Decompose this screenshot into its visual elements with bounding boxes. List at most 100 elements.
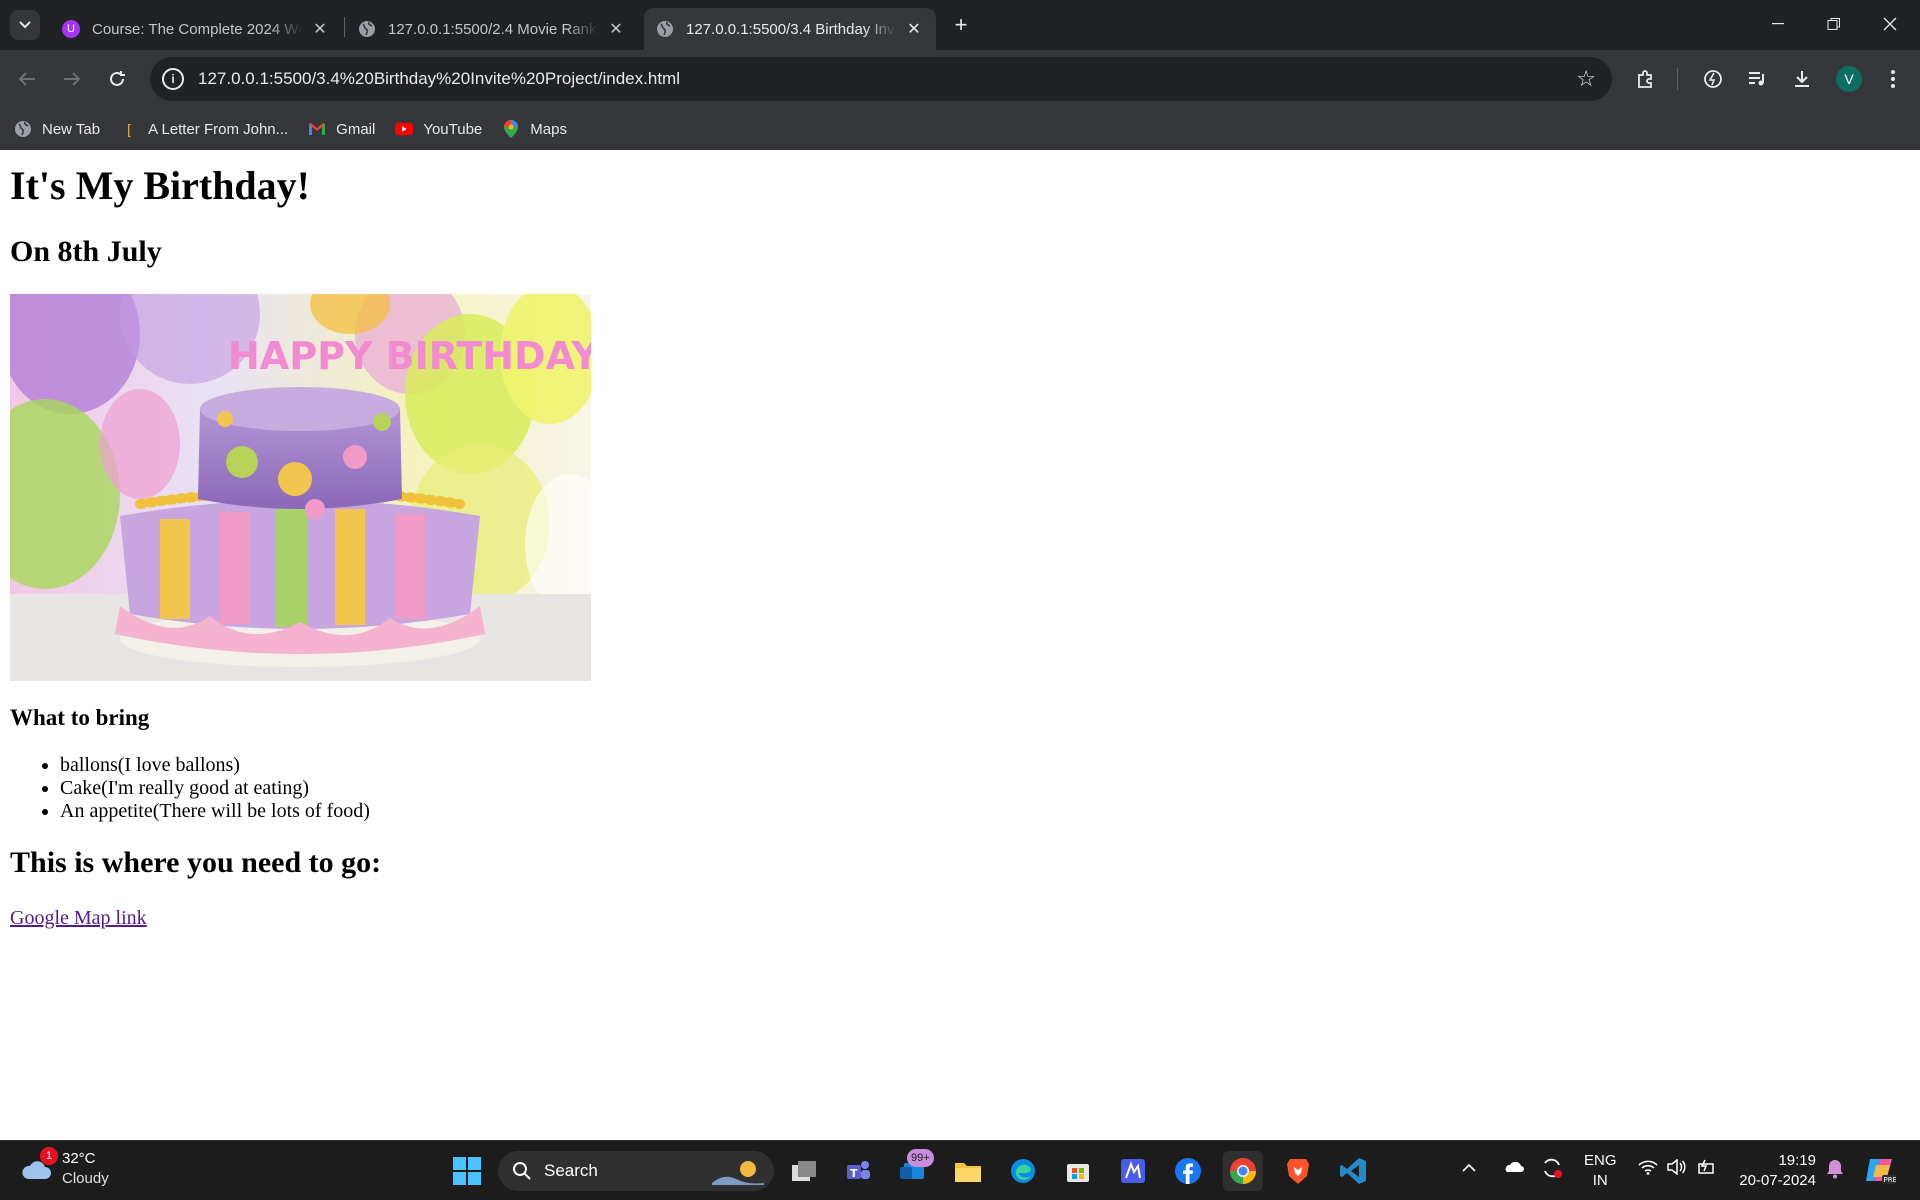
menu-kebab-icon[interactable] [1878, 64, 1908, 94]
minimize-button[interactable] [1750, 0, 1806, 48]
new-tab-button[interactable]: + [948, 12, 974, 38]
bookmark-maps[interactable]: Maps [502, 120, 567, 138]
extensions-icon[interactable] [1631, 64, 1661, 94]
language-code: ENG [1584, 1152, 1617, 1169]
chrome-icon [1229, 1158, 1257, 1185]
cake-candle-letters: HAPPY BIRTHDAY [228, 334, 591, 378]
tab-separator [344, 17, 345, 37]
url-text: 127.0.0.1:5500/3.4%20Birthday%20Invite%2… [198, 69, 680, 88]
weather-condition: Cloudy [62, 1170, 109, 1187]
back-button[interactable] [12, 64, 42, 94]
maps-icon [502, 120, 520, 138]
bookmarks-bar: New Tab [ A Letter From John... Gmail Yo… [0, 108, 1920, 150]
bookmark-label: Gmail [336, 120, 376, 138]
birthday-cake-image: HAPPY BIRTHDAY [10, 294, 591, 681]
performance-icon[interactable] [1698, 64, 1728, 94]
downloads-icon[interactable] [1787, 64, 1817, 94]
windows-logo-icon [453, 1157, 481, 1185]
bookmark-icon: [ [127, 121, 132, 137]
region-code: IN [1592, 1172, 1608, 1189]
globe-icon [656, 20, 674, 38]
page-content: It's My Birthday! On 8th July HAPPY BIRT… [0, 150, 1920, 1140]
facebook-app[interactable] [1168, 1151, 1208, 1191]
start-button[interactable] [447, 1151, 487, 1191]
bring-list: ballons(I love ballons) Cake(I'm really … [60, 754, 370, 823]
volume-icon[interactable] [1666, 1158, 1686, 1181]
bookmark-label: New Tab [42, 120, 101, 138]
tab-movie-ranking[interactable]: 127.0.0.1:5500/2.4 Movie Ranking ✕ [346, 8, 638, 50]
bookmark-youtube[interactable]: YouTube [395, 120, 482, 138]
bring-heading: What to bring [10, 705, 150, 730]
clock-date: 20-07-2024 [1739, 1172, 1816, 1189]
bookmark-label: Maps [530, 120, 567, 138]
bookmark-letter[interactable]: [ A Letter From John... [120, 120, 288, 138]
browser-toolbar: i 127.0.0.1:5500/3.4%20Birthday%20Invite… [0, 50, 1920, 108]
outlook-app[interactable]: 99+ [893, 1149, 934, 1191]
tab-birthday-invite[interactable]: 127.0.0.1:5500/3.4 Birthday Invite ✕ [644, 8, 936, 50]
edge-app[interactable] [1003, 1151, 1043, 1191]
show-hidden-icons[interactable] [1462, 1159, 1476, 1179]
reload-button[interactable] [102, 64, 132, 94]
profile-avatar[interactable]: V [1836, 66, 1862, 92]
weather-widget[interactable]: 1 32°C Cloudy [20, 1147, 109, 1189]
list-item: Cake(I'm really good at eating) [60, 777, 370, 800]
bookmark-gmail[interactable]: Gmail [308, 120, 375, 138]
event-date: On 8th July [10, 235, 162, 268]
tab-title: 127.0.0.1:5500/3.4 Birthday Invite [686, 20, 896, 38]
taskbar-search[interactable]: Search [498, 1151, 774, 1191]
wifi-icon[interactable] [1638, 1159, 1658, 1181]
chevron-down-icon [19, 21, 31, 29]
restore-icon [1827, 18, 1840, 30]
teams-badge: 99+ [907, 1149, 934, 1167]
clock[interactable]: 19:19 20-07-2024 [1736, 1151, 1816, 1191]
tab-strip: U Course: The Complete 2024 Web Developm… [0, 0, 1920, 50]
copilot-icon[interactable]: PRE [1864, 1155, 1897, 1191]
chrome-app[interactable] [1223, 1151, 1263, 1191]
tab-title: 127.0.0.1:5500/2.4 Movie Ranking [388, 20, 598, 38]
search-icon [513, 1162, 531, 1180]
brave-app[interactable] [1278, 1151, 1318, 1191]
teams-icon: T [847, 1161, 870, 1180]
edge-icon [1011, 1159, 1035, 1183]
close-tab-icon[interactable]: ✕ [606, 19, 626, 39]
file-explorer-app[interactable] [948, 1151, 988, 1191]
restore-button[interactable] [1806, 0, 1862, 48]
store-app[interactable] [1058, 1151, 1098, 1191]
vscode-app[interactable] [1333, 1151, 1373, 1191]
task-view-icon [792, 1161, 816, 1181]
globe-icon [14, 120, 32, 138]
clock-time: 19:19 [1778, 1152, 1816, 1169]
facebook-icon [1175, 1158, 1201, 1184]
tab-search-button[interactable] [10, 10, 40, 40]
address-bar[interactable]: i 127.0.0.1:5500/3.4%20Birthday%20Invite… [150, 57, 1612, 101]
bookmark-new-tab[interactable]: New Tab [14, 120, 100, 138]
close-window-button[interactable] [1862, 0, 1918, 48]
notification-bell-icon[interactable] [1826, 1159, 1844, 1185]
onedrive-icon[interactable] [1502, 1159, 1524, 1179]
forward-button[interactable] [57, 64, 87, 94]
media-control-icon[interactable] [1742, 64, 1772, 94]
battery-icon[interactable] [1696, 1159, 1718, 1181]
sync-icon[interactable] [1541, 1157, 1563, 1185]
tab-course[interactable]: U Course: The Complete 2024 Web Developm… [50, 8, 342, 50]
browser-chrome: U Course: The Complete 2024 Web Developm… [0, 0, 1920, 150]
youtube-icon [395, 120, 414, 138]
google-map-link[interactable]: Google Map link [10, 907, 147, 930]
language-indicator[interactable]: ENG IN [1584, 1151, 1617, 1191]
pen-icon [1121, 1159, 1145, 1183]
bookmark-label: YouTube [423, 120, 483, 138]
folder-icon [955, 1163, 981, 1182]
close-tab-icon[interactable]: ✕ [904, 19, 924, 39]
temperature: 32°C [62, 1150, 96, 1167]
pen-app[interactable] [1113, 1151, 1153, 1191]
site-info-icon[interactable]: i [162, 68, 184, 90]
task-view-button[interactable] [784, 1151, 824, 1191]
forward-arrow-icon [64, 72, 81, 86]
bookmark-star-icon[interactable]: ☆ [1576, 67, 1596, 91]
tab-title: Course: The Complete 2024 Web Developmen… [92, 20, 302, 38]
close-tab-icon[interactable]: ✕ [310, 19, 330, 39]
weather-badge: 1 [40, 1147, 58, 1165]
teams-app[interactable]: T [838, 1151, 878, 1191]
brave-icon [1287, 1159, 1309, 1184]
search-highlight-icon [712, 1161, 764, 1185]
